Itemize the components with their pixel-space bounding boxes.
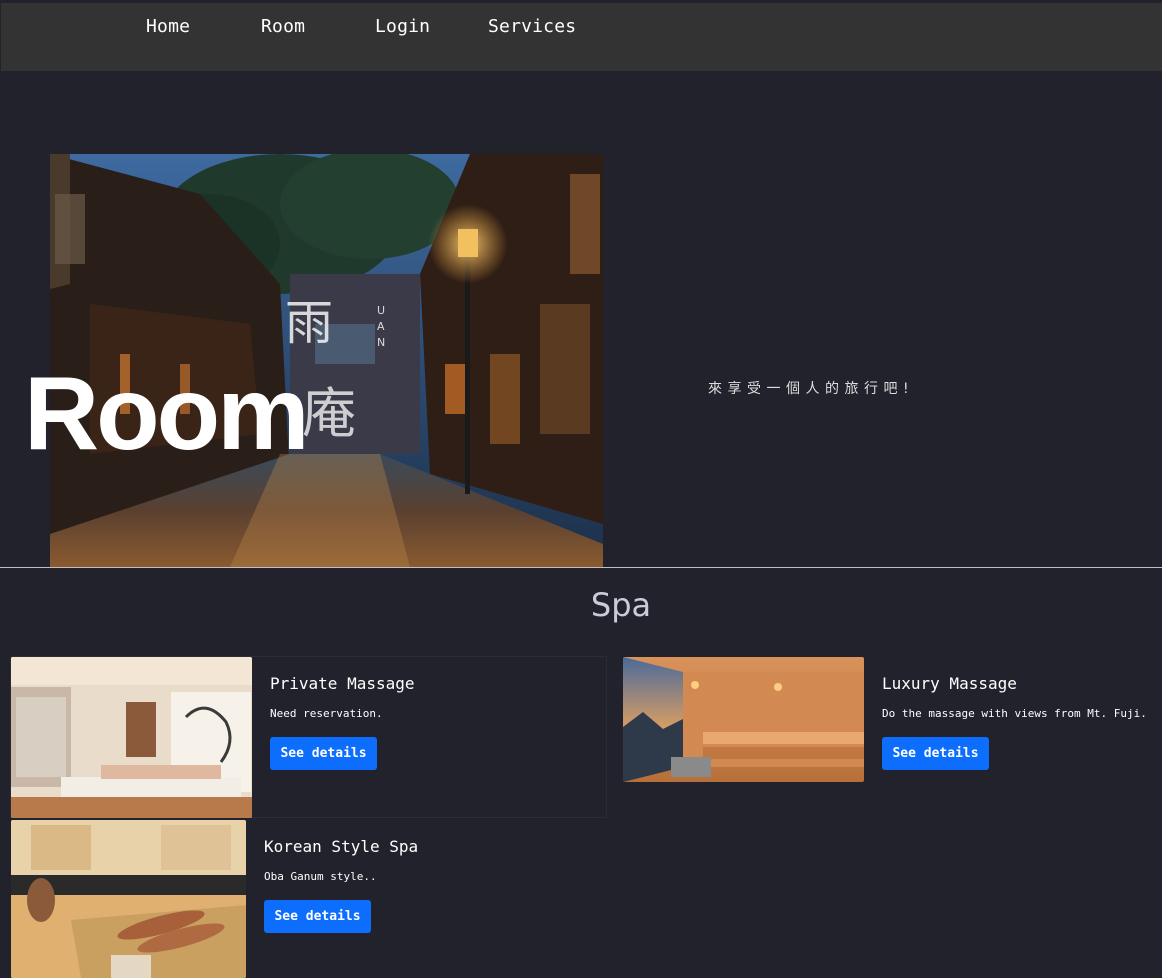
svg-text:A: A <box>377 320 385 333</box>
card-text: Do the massage with views from Mt. Fuji. <box>882 707 1147 720</box>
see-details-button[interactable]: See details <box>270 737 377 770</box>
spa-section-title: Spa <box>590 586 652 624</box>
nav-room-link[interactable]: Room <box>261 16 305 37</box>
card-title: Korean Style Spa <box>264 837 419 856</box>
top-navbar: Home Room Login Services <box>1 3 1162 71</box>
see-details-button[interactable]: See details <box>882 737 989 770</box>
svg-text:U: U <box>377 304 385 317</box>
luxury-massage-image <box>623 657 864 782</box>
svg-text:雨: 雨 <box>285 295 333 351</box>
card-title: Luxury Massage <box>882 674 1017 693</box>
svg-text:庵: 庵 <box>302 382 356 445</box>
card-title: Private Massage <box>270 674 415 693</box>
korean-spa-image <box>11 820 246 978</box>
svg-text:N: N <box>377 336 385 349</box>
hero-tagline: 來享受一個人的旅行吧! <box>708 381 915 397</box>
hero-title: Room <box>24 356 310 472</box>
card-text: Oba Ganum style.. <box>264 870 377 883</box>
private-massage-image <box>11 657 252 818</box>
nav-home-link[interactable]: Home <box>146 16 190 37</box>
see-details-button[interactable]: See details <box>264 900 371 933</box>
nav-login-link[interactable]: Login <box>375 16 430 37</box>
card-text: Need reservation. <box>270 707 383 720</box>
nav-services-link[interactable]: Services <box>488 16 576 37</box>
section-divider <box>0 567 1162 568</box>
